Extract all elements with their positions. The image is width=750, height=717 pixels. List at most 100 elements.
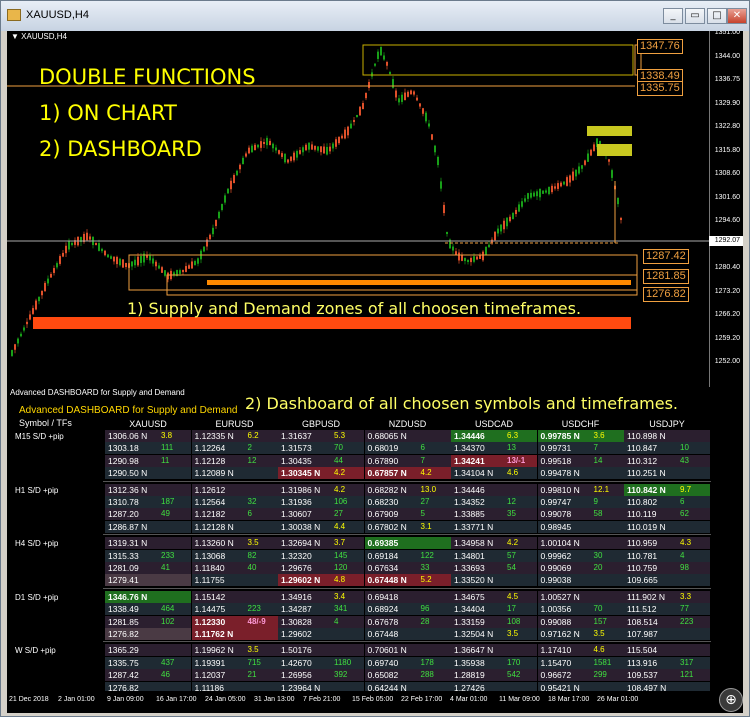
price-chart[interactable]: ▼ XAUUSD,H4 DOUBLE FUNCTIONS 1) ON CHART…	[7, 31, 743, 387]
dashboard-cell[interactable]: 0.99731 7	[537, 442, 624, 455]
dashboard-cell[interactable]: 1.28819 542	[451, 669, 537, 682]
dashboard-cell[interactable]: 0.99088 157	[537, 615, 624, 628]
dashboard-cell[interactable]: 0.67802 N 3.1	[364, 520, 451, 533]
dashboard-cell[interactable]: 1.00527 N	[537, 590, 624, 603]
dashboard-cell[interactable]: 1.12128 12	[191, 454, 278, 467]
dashboard-cell[interactable]: 0.68065 N	[364, 430, 451, 442]
dashboard-cell[interactable]: 0.69385	[364, 537, 451, 550]
dashboard-cell[interactable]: 1.34287 341	[278, 603, 364, 616]
dashboard-cell[interactable]: 115.504	[624, 644, 710, 657]
dashboard-cell[interactable]: 1.32504 N 3.5	[451, 628, 537, 640]
dashboard-cell[interactable]: 0.68282 N 13.0	[364, 483, 451, 496]
dashboard-cell[interactable]: 1.29676 120	[278, 562, 364, 574]
dashboard-cell[interactable]: 1.14475 223	[191, 603, 278, 616]
dashboard-cell[interactable]: 0.97162 N 3.5	[537, 628, 624, 640]
dashboard-cell[interactable]: 1290.98 11	[105, 454, 191, 467]
dashboard-cell[interactable]: 1.12264 2	[191, 442, 278, 455]
dashboard-cell[interactable]: 1.33159 108	[451, 615, 537, 628]
minimize-button[interactable]: _	[663, 8, 683, 24]
time-axis[interactable]: 21 Dec 2018 2 Jan 01:00 9 Jan 09:00 16 Jan …	[7, 691, 743, 713]
dashboard-cell[interactable]: 1.12564 32	[191, 496, 278, 508]
dashboard-cell[interactable]: 110.959 4.3	[624, 537, 710, 550]
dashboard-cell[interactable]: 108.497 N	[624, 681, 710, 691]
dashboard-cell[interactable]: 1.31573 70	[278, 442, 364, 455]
dashboard-cell[interactable]: 1.35938 170	[451, 656, 537, 669]
dashboard-cell[interactable]: 1.11762 N	[191, 628, 278, 640]
dashboard-cell[interactable]: 0.67909 5	[364, 508, 451, 521]
dashboard-cell[interactable]: 110.759 98	[624, 562, 710, 574]
dashboard-cell[interactable]: 108.514 223	[624, 615, 710, 628]
dashboard-cell[interactable]: 1.11755	[191, 574, 278, 587]
dashboard-cell[interactable]: 1.34446 6.3	[451, 430, 537, 442]
dashboard-cell[interactable]: 0.98945	[537, 520, 624, 533]
column-header-xauusd[interactable]: XAUUSD	[105, 419, 191, 430]
column-header-gbpusd[interactable]: GBPUSD	[278, 419, 364, 430]
dashboard-cell[interactable]: 0.68019 6	[364, 442, 451, 455]
column-header-usdjpy[interactable]: USDJPY	[624, 419, 710, 430]
dashboard-cell[interactable]: 1310.78 187	[105, 496, 191, 508]
dashboard-cell[interactable]: 0.99747 9	[537, 496, 624, 508]
dashboard-cell[interactable]: 1.12335 N 6.2	[191, 430, 278, 442]
dashboard-cell[interactable]: 1335.75 437	[105, 656, 191, 669]
dashboard-panel[interactable]: Advanced DASHBOARD for Supply and Demand…	[7, 387, 743, 691]
dashboard-cell[interactable]: 1.12612	[191, 483, 278, 496]
dashboard-cell[interactable]: 1315.33 233	[105, 549, 191, 562]
dashboard-cell[interactable]: 0.69184 122	[364, 549, 451, 562]
dashboard-cell[interactable]: 0.99078 58	[537, 508, 624, 521]
dashboard-cell[interactable]: 0.67890 7	[364, 454, 451, 467]
dashboard-cell[interactable]: 1290.50 N	[105, 467, 191, 480]
column-header-usdcad[interactable]: USDCAD	[451, 419, 537, 430]
dashboard-cell[interactable]: 1.27426	[451, 681, 537, 691]
dashboard-cell[interactable]: 110.312 43	[624, 454, 710, 467]
dashboard-cell[interactable]: 1.11840 40	[191, 562, 278, 574]
dashboard-cell[interactable]: 1281.09 41	[105, 562, 191, 574]
dashboard-cell[interactable]: 1.34104 N 4.6	[451, 467, 537, 480]
dashboard-cell[interactable]: 0.95421 N	[537, 681, 624, 691]
dashboard-cell[interactable]: 1.42670 1180	[278, 656, 364, 669]
dashboard-cell[interactable]: 1286.87 N	[105, 520, 191, 533]
price-axis[interactable]: 1351.00 1344.00 1336.75 1329.90 1322.80 1315.…	[709, 31, 743, 387]
dashboard-cell[interactable]: 1.19391 715	[191, 656, 278, 669]
dashboard-cell[interactable]: 1.32320 145	[278, 549, 364, 562]
dashboard-cell[interactable]: 1.32694 N 3.7	[278, 537, 364, 550]
dashboard-cell[interactable]: 1.30038 N 4.4	[278, 520, 364, 533]
restore-button[interactable]: ▭	[685, 8, 705, 24]
dashboard-cell[interactable]: 110.119 62	[624, 508, 710, 521]
dashboard-cell[interactable]: 110.251 N	[624, 467, 710, 480]
dashboard-cell[interactable]: 1.26956 392	[278, 669, 364, 682]
dashboard-cell[interactable]: 0.67448 N 5.2	[364, 574, 451, 587]
dashboard-cell[interactable]: 1.15470 1581	[537, 656, 624, 669]
dashboard-cell[interactable]: 1.12089 N	[191, 467, 278, 480]
dashboard-cell[interactable]: 0.65082 288	[364, 669, 451, 682]
dashboard-cell[interactable]: 107.987	[624, 628, 710, 640]
dashboard-cell[interactable]: 0.67448	[364, 628, 451, 640]
dashboard-cell[interactable]: 1.19962 N 3.5	[191, 644, 278, 657]
dashboard-cell[interactable]: 0.99810 N 12.1	[537, 483, 624, 496]
dashboard-cell[interactable]: 0.68230 27	[364, 496, 451, 508]
maximize-button[interactable]: □	[707, 8, 727, 24]
dashboard-cell[interactable]: 1.12182 6	[191, 508, 278, 521]
dashboard-cell[interactable]: 1346.76 N	[105, 590, 191, 603]
dashboard-cell[interactable]: 113.916 317	[624, 656, 710, 669]
dashboard-cell[interactable]: 0.69418	[364, 590, 451, 603]
dashboard-cell[interactable]: 1.34370 13	[451, 442, 537, 455]
dashboard-cell[interactable]: 1.30607 27	[278, 508, 364, 521]
dashboard-cell[interactable]: 110.781 4	[624, 549, 710, 562]
dashboard-cell[interactable]: 0.99785 N 3.6	[537, 430, 624, 442]
dashboard-cell[interactable]: 1.34352 12	[451, 496, 537, 508]
dashboard-cell[interactable]: 110.802 6	[624, 496, 710, 508]
column-header-eurusd[interactable]: EURUSD	[192, 419, 278, 430]
dashboard-cell[interactable]: 0.99962 30	[537, 549, 624, 562]
dashboard-cell[interactable]: 1.12330 48/-9	[191, 615, 278, 628]
dashboard-cell[interactable]: 1312.36 N	[105, 483, 191, 496]
dashboard-cell[interactable]: 1338.49 464	[105, 603, 191, 616]
dashboard-cell[interactable]: 1.29602 N 4.8	[278, 574, 364, 587]
dashboard-cell[interactable]: 1.13068 82	[191, 549, 278, 562]
dashboard-cell[interactable]: 1.34404 17	[451, 603, 537, 616]
dashboard-cell[interactable]: 1319.31 N	[105, 537, 191, 550]
dashboard-cell[interactable]: 1306.06 N 3.8	[105, 430, 191, 442]
dashboard-cell[interactable]: 0.70601 N	[364, 644, 451, 657]
dashboard-cell[interactable]: 1.34241 13/-1	[451, 454, 537, 467]
dashboard-cell[interactable]: 1.15142	[191, 590, 278, 603]
dashboard-cell[interactable]: 1281.85 102	[105, 615, 191, 628]
